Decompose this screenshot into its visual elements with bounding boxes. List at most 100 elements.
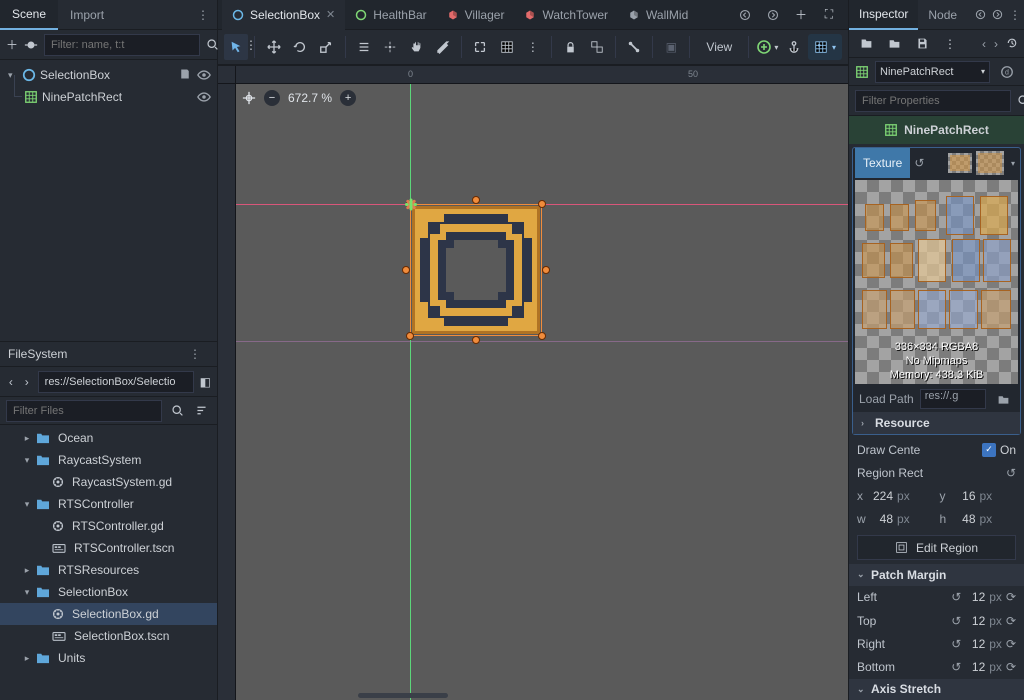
pm-right-value[interactable]: 12 <box>965 637 985 651</box>
region-w-value[interactable]: 48 <box>873 512 893 526</box>
scene-tab-villager[interactable]: Villager <box>437 0 515 30</box>
fs-sort-icon[interactable] <box>193 400 212 422</box>
origin-gizmo[interactable] <box>402 196 420 214</box>
fs-path-input[interactable] <box>38 371 194 393</box>
pm-top-reset-icon[interactable]: ↺ <box>951 614 961 628</box>
history-prev-icon[interactable]: ‹ <box>982 37 986 51</box>
zoom-out-icon[interactable]: − <box>264 90 280 106</box>
fs-item-raycastsystem[interactable]: ▾RaycastSystem <box>0 449 217 471</box>
script-indicator-icon[interactable] <box>179 68 191 82</box>
node-tab[interactable]: Node <box>918 1 967 29</box>
distraction-free-icon[interactable]: ⛶ <box>818 4 840 26</box>
handle-s[interactable] <box>472 336 480 344</box>
inspector-options-icon[interactable]: ⋮ <box>1009 8 1021 22</box>
fs-back-icon[interactable]: ‹ <box>6 371 16 393</box>
draw-center-checkbox[interactable]: ✓ <box>982 443 996 457</box>
viewport-scrollbar-h[interactable] <box>358 693 448 698</box>
texture-preview[interactable]: 336×334 RGBA8 No Mipmaps Memory: 438.3 K… <box>855 180 1018 384</box>
scene-tab-wallmid[interactable]: WallMid <box>618 0 698 30</box>
inspector-filter-input[interactable] <box>855 90 1011 112</box>
load-path-folder-icon[interactable] <box>992 388 1014 410</box>
handle-se[interactable] <box>538 332 546 340</box>
list-select-icon[interactable] <box>351 34 375 60</box>
scene-tab-selectionbox[interactable]: SelectionBox✕ <box>222 0 345 30</box>
pm-bottom-value[interactable]: 12 <box>965 660 985 674</box>
selection-rectangle[interactable] <box>410 204 542 336</box>
scene-filter-input[interactable] <box>44 34 200 56</box>
grid-snap-icon[interactable] <box>494 34 518 60</box>
region-rect-reset-icon[interactable]: ↺ <box>1006 466 1016 480</box>
filesystem-options-icon[interactable]: ⋮ <box>181 347 209 361</box>
pm-bottom-range-icon[interactable]: ⟳ <box>1006 660 1016 674</box>
handle-ne[interactable] <box>538 200 546 208</box>
caret-icon[interactable]: ▾ <box>22 587 32 598</box>
move-tool-icon[interactable] <box>261 34 285 60</box>
visibility-icon[interactable] <box>197 90 211 104</box>
ruler-tool-icon[interactable] <box>431 34 455 60</box>
caret-icon[interactable]: ▸ <box>22 565 32 576</box>
pan-tool-icon[interactable] <box>404 34 428 60</box>
pm-top-value[interactable]: 12 <box>965 614 985 628</box>
pm-left-value[interactable]: 12 <box>965 590 985 604</box>
texture-reset-icon[interactable]: ↺ <box>914 156 924 170</box>
open-resource-icon[interactable] <box>855 33 877 55</box>
zoom-in-icon[interactable]: + <box>340 90 356 106</box>
history-menu-icon[interactable] <box>1006 37 1018 51</box>
scene-tab-healthbar[interactable]: HealthBar <box>345 0 436 30</box>
fs-filter-input[interactable] <box>6 400 162 422</box>
caret-icon[interactable]: ▸ <box>22 433 32 444</box>
scene-tab-watchtower[interactable]: WatchTower <box>514 0 618 30</box>
scene-dock-tab-import[interactable]: Import <box>58 1 116 29</box>
texture-dropdown-icon[interactable]: ▾ <box>1008 159 1018 168</box>
scene-dock-tab-scene[interactable]: Scene <box>0 0 58 30</box>
caret-icon[interactable]: ▾ <box>22 499 32 510</box>
scene-tree-root[interactable]: ▾ SelectionBox <box>0 64 217 86</box>
region-h-value[interactable]: 48 <box>956 512 976 526</box>
class-header[interactable]: NinePatchRect <box>849 116 1024 144</box>
fs-search-icon[interactable] <box>168 400 187 422</box>
scene-dock-options-icon[interactable]: ⋮ <box>189 8 217 22</box>
close-tab-icon[interactable]: ✕ <box>326 8 335 21</box>
new-scene-icon[interactable]: ＋ <box>790 4 812 26</box>
inspector-search-icon[interactable] <box>1017 90 1024 112</box>
pm-right-range-icon[interactable]: ⟳ <box>1006 637 1016 651</box>
pm-bottom-reset-icon[interactable]: ↺ <box>951 660 961 674</box>
caret-icon[interactable]: ▾ <box>22 455 32 466</box>
select-tool-icon[interactable] <box>224 34 248 60</box>
fs-item-ocean[interactable]: ▸Ocean <box>0 427 217 449</box>
add-node-icon[interactable]: ＋ <box>6 34 18 56</box>
pm-top-range-icon[interactable]: ⟳ <box>1006 614 1016 628</box>
handle-w[interactable] <box>402 266 410 274</box>
region-x-value[interactable]: 224 <box>873 489 893 503</box>
pm-left-reset-icon[interactable]: ↺ <box>951 590 961 604</box>
docs-icon[interactable]: d <box>996 61 1018 83</box>
inspector-next-icon[interactable] <box>992 9 1003 20</box>
lock-tool-icon[interactable] <box>558 34 582 60</box>
pm-left-range-icon[interactable]: ⟳ <box>1006 590 1016 604</box>
object-selector[interactable]: NinePatchRect▾ <box>875 61 990 83</box>
scale-tool-icon[interactable] <box>314 34 338 60</box>
inspector-tab[interactable]: Inspector <box>849 0 918 30</box>
add-node-toolbar-icon[interactable]: ▾ <box>755 34 779 60</box>
skeleton-options-icon[interactable] <box>622 34 646 60</box>
visibility-icon[interactable] <box>197 68 211 82</box>
pivot-tool-icon[interactable] <box>378 34 402 60</box>
smart-snap-icon[interactable] <box>468 34 492 60</box>
history-next-icon[interactable]: › <box>994 37 998 51</box>
zoom-label[interactable]: 672.7 % <box>288 91 332 105</box>
group-tool-icon[interactable] <box>584 34 608 60</box>
scene-tree-child[interactable]: NinePatchRect <box>0 86 217 108</box>
handle-n[interactable] <box>472 196 480 204</box>
fs-item-rtsresources[interactable]: ▸RTSResources <box>0 559 217 581</box>
fs-forward-icon[interactable]: › <box>22 371 32 393</box>
fs-item-rtscontroller-tscn[interactable]: RTSController.tscn <box>0 537 217 559</box>
extra-resource-icon[interactable]: ⋮ <box>939 33 961 55</box>
fs-item-units[interactable]: ▸Units <box>0 647 217 669</box>
override-camera-icon[interactable]: ▣ <box>659 34 683 60</box>
scene-tabs-prev-icon[interactable] <box>734 4 756 26</box>
fs-item-selectionbox-tscn[interactable]: SelectionBox.tscn <box>0 625 217 647</box>
handle-e[interactable] <box>542 266 550 274</box>
anchor-preset-icon[interactable] <box>782 34 806 60</box>
load-path-input[interactable]: res://.g <box>920 389 986 409</box>
texture-thumb-large[interactable] <box>976 151 1004 175</box>
